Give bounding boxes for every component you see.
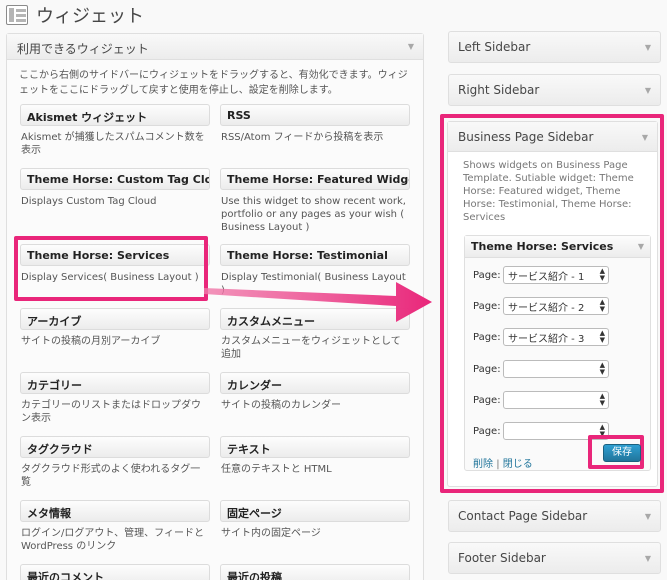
link-separator: |: [496, 459, 500, 470]
available-widgets-title: 利用できるウィジェット: [17, 42, 149, 56]
widget-featured[interactable]: Theme Horse: Featured Widget Use this wi…: [220, 168, 410, 234]
page-row-2: Page: サービス紹介 - 2 ▲ ▼: [473, 297, 609, 315]
widget-title[interactable]: カテゴリー: [20, 372, 210, 394]
widget-rss[interactable]: RSS RSS/Atom フィードから投稿を表示: [220, 104, 410, 144]
widget-akismet[interactable]: Akismet ウィジェット Akismet が捕獲したスパムコメント数を表示: [20, 104, 210, 157]
widget-recent-comments[interactable]: 最近のコメント: [20, 564, 210, 580]
widget-title[interactable]: Theme Horse: Testimonial: [220, 244, 410, 266]
widget-title[interactable]: 固定ページ: [220, 500, 410, 522]
widget-title[interactable]: アーカイブ: [20, 308, 210, 330]
services-widget-highlight: [14, 236, 208, 301]
widget-title: Theme Horse: Services: [471, 240, 614, 253]
page-label: Page:: [473, 363, 501, 375]
collapse-arrow-icon[interactable]: ▼: [645, 512, 651, 521]
widget-description: Use this widget to show recent work, por…: [221, 196, 406, 233]
available-widgets-description: ここから右側のサイドバーにウィジェットをドラッグすると、有効化できます。ウィジェ…: [19, 70, 408, 96]
widget-title[interactable]: Akismet ウィジェット: [20, 104, 210, 126]
widget-title[interactable]: 最近のコメント: [20, 564, 210, 580]
widget-description: サイトの投稿のカレンダー: [221, 400, 341, 411]
widget-title[interactable]: カレンダー: [220, 372, 410, 394]
available-widgets-header[interactable]: 利用できるウィジェット ▼: [7, 34, 423, 60]
collapse-arrow-icon[interactable]: ▼: [645, 43, 651, 52]
close-link[interactable]: 閉じる: [503, 459, 533, 470]
widget-title[interactable]: RSS: [220, 104, 410, 126]
widget-title[interactable]: テキスト: [220, 436, 410, 458]
widget-description: サイトの投稿の月別アーカイブ: [21, 336, 161, 347]
page-select-4[interactable]: ▲ ▼: [503, 360, 609, 378]
widget-pages[interactable]: 固定ページ サイト内の固定ページ: [220, 500, 410, 540]
page-select-3[interactable]: サービス紹介 - 3 ▲ ▼: [503, 328, 609, 346]
widget-control-links: 削除 | 閉じる: [473, 455, 533, 470]
save-button[interactable]: 保存: [603, 444, 641, 462]
page-label: Page:: [473, 269, 501, 281]
widgets-icon: [6, 5, 28, 25]
delete-link[interactable]: 削除: [473, 459, 493, 470]
select-updown-icon: ▲ ▼: [599, 329, 605, 344]
widget-archives[interactable]: アーカイブ サイトの投稿の月別アーカイブ: [20, 308, 210, 348]
page-row-5: Page: ▲ ▼: [473, 391, 609, 409]
sidebar-title: Footer Sidebar: [458, 551, 546, 565]
sidebar-right[interactable]: Right Sidebar ▼: [448, 74, 661, 106]
select-updown-icon: ▲ ▼: [599, 392, 605, 407]
widget-custom-tag-cloud[interactable]: Theme Horse: Custom Tag Cloud Displays C…: [20, 168, 210, 208]
widget-recent-posts[interactable]: 最近の投稿: [220, 564, 410, 580]
sidebar-business[interactable]: Business Page Sidebar ▼ Shows widgets on…: [447, 121, 658, 487]
widget-title[interactable]: 最近の投稿: [220, 564, 410, 580]
page-header: ウィジェット: [6, 3, 144, 27]
page-label: Page:: [473, 331, 501, 343]
select-updown-icon: ▲ ▼: [599, 298, 605, 313]
page-label: Page:: [473, 425, 501, 437]
sidebar-title: Contact Page Sidebar: [458, 509, 588, 523]
business-sidebar-header[interactable]: Business Page Sidebar ▼: [448, 122, 657, 152]
services-widget-header[interactable]: Theme Horse: Services ▼: [465, 236, 650, 258]
widget-tag-cloud[interactable]: タグクラウド タグクラウド形式のよく使われるタグ一覧: [20, 436, 210, 489]
widget-calendar[interactable]: カレンダー サイトの投稿のカレンダー: [220, 372, 410, 412]
collapse-arrow-icon[interactable]: ▼: [645, 86, 651, 95]
sidebar-contact[interactable]: Contact Page Sidebar ▼: [448, 500, 661, 532]
widget-description: 任意のテキストと HTML: [221, 464, 332, 475]
page-row-3: Page: サービス紹介 - 3 ▲ ▼: [473, 328, 609, 346]
widget-title[interactable]: タグクラウド: [20, 436, 210, 458]
page-select-2[interactable]: サービス紹介 - 2 ▲ ▼: [503, 297, 609, 315]
widget-description: カテゴリーのリストまたはドロップダウン表示: [21, 400, 201, 424]
drag-arrow-icon: [204, 282, 432, 322]
page-row-1: Page: サービス紹介 - 1 ▲ ▼: [473, 266, 609, 284]
widget-meta[interactable]: メタ情報 ログイン/ログアウト、管理、フィードと WordPress のリンク: [20, 500, 210, 553]
widget-text[interactable]: テキスト 任意のテキストと HTML: [220, 436, 410, 476]
widget-categories[interactable]: カテゴリー カテゴリーのリストまたはドロップダウン表示: [20, 372, 210, 425]
sidebar-description: Shows widgets on Business Page Template.…: [463, 160, 634, 223]
page-select-1[interactable]: サービス紹介 - 1 ▲ ▼: [503, 266, 609, 284]
select-updown-icon: ▲ ▼: [599, 361, 605, 376]
widget-description: タグクラウド形式のよく使われるタグ一覧: [21, 464, 201, 488]
widget-title[interactable]: Theme Horse: Custom Tag Cloud: [20, 168, 210, 190]
collapse-arrow-icon[interactable]: ▼: [642, 133, 648, 142]
collapse-arrow-icon[interactable]: ▼: [638, 242, 644, 251]
page-title: ウィジェット: [36, 6, 144, 27]
widget-description: サイト内の固定ページ: [221, 528, 321, 539]
page-label: Page:: [473, 300, 501, 312]
widget-description: ログイン/ログアウト、管理、フィードと WordPress のリンク: [21, 528, 204, 552]
widget-description: RSS/Atom フィードから投稿を表示: [221, 132, 384, 143]
widget-description: Displays Custom Tag Cloud: [21, 196, 157, 207]
sidebar-title: Left Sidebar: [458, 40, 531, 54]
sidebar-left[interactable]: Left Sidebar ▼: [448, 31, 661, 63]
widget-description: カスタムメニューをウィジェットとして追加: [221, 336, 401, 360]
sidebar-title: Business Page Sidebar: [458, 130, 594, 144]
page-select-5[interactable]: ▲ ▼: [503, 391, 609, 409]
sidebar-footer[interactable]: Footer Sidebar ▼: [448, 542, 661, 574]
collapse-arrow-icon[interactable]: ▼: [645, 554, 651, 563]
page-label: Page:: [473, 394, 501, 406]
collapse-arrow-icon[interactable]: ▼: [408, 42, 414, 51]
page-row-4: Page: ▲ ▼: [473, 360, 609, 378]
select-updown-icon: ▲ ▼: [599, 267, 605, 282]
widget-title[interactable]: メタ情報: [20, 500, 210, 522]
widget-description: Akismet が捕獲したスパムコメント数を表示: [21, 132, 205, 156]
sidebar-title: Right Sidebar: [458, 83, 540, 97]
widget-title[interactable]: Theme Horse: Featured Widget: [220, 168, 410, 190]
